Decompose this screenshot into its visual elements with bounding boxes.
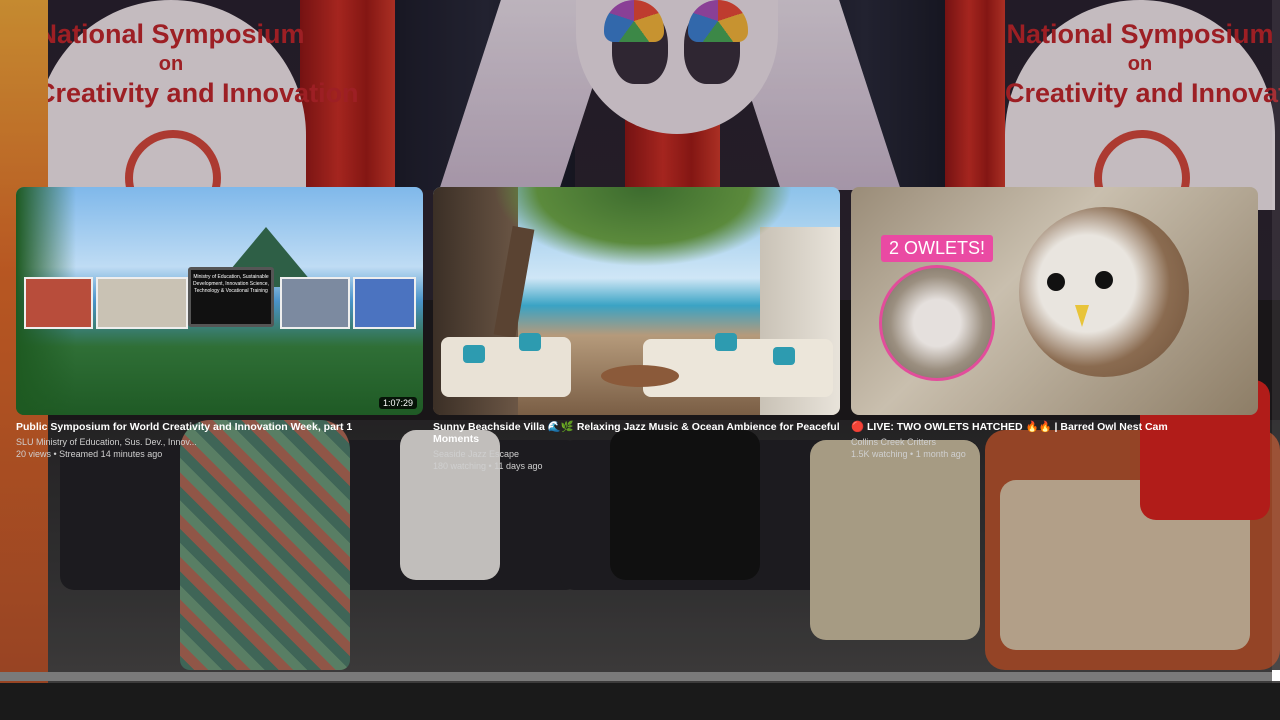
progress-scrubber-handle[interactable] bbox=[1272, 670, 1280, 681]
owl-image bbox=[1019, 207, 1189, 377]
video-title[interactable]: Public Symposium for World Creativity an… bbox=[16, 421, 423, 433]
laptop-screen: Ministry of Education, Sustainable Devel… bbox=[188, 267, 274, 327]
video-thumbnail[interactable]: Ministry of Education, Sustainable Devel… bbox=[16, 187, 423, 415]
photo-tile bbox=[24, 277, 93, 329]
photo-tile bbox=[279, 277, 351, 329]
pillow bbox=[463, 345, 485, 363]
endscreen-video-card[interactable]: 2 OWLETS! 🔴 LIVE: TWO OWLETS HATCHED 🔥🔥 … bbox=[851, 187, 1258, 460]
progress-bar[interactable] bbox=[0, 672, 1272, 681]
channel-name[interactable]: Seaside Jazz Escape bbox=[433, 448, 840, 460]
coffee-table bbox=[601, 365, 679, 387]
duration-badge: 1:07:29 bbox=[378, 397, 417, 409]
photo-tile bbox=[95, 277, 188, 329]
video-meta: 1.5K watching • 1 month ago bbox=[851, 449, 966, 459]
video-title[interactable]: 🔴 LIVE: TWO OWLETS HATCHED 🔥🔥 | Barred O… bbox=[851, 421, 1258, 433]
outdoor-sofa bbox=[441, 337, 571, 397]
owlets-inset bbox=[879, 265, 995, 381]
owl-eye bbox=[1047, 273, 1065, 291]
pillow bbox=[773, 347, 795, 365]
owl-beak bbox=[1075, 305, 1089, 327]
video-thumbnail[interactable]: 2 OWLETS! bbox=[851, 187, 1258, 415]
channel-name[interactable]: Collins Creek Critters bbox=[851, 436, 1258, 448]
video-meta: 180 watching • 11 days ago bbox=[433, 461, 543, 471]
owlets-badge: 2 OWLETS! bbox=[881, 235, 994, 262]
photo-tile bbox=[353, 277, 416, 329]
owl-eye bbox=[1095, 271, 1113, 289]
right-edge-shade bbox=[1272, 0, 1280, 683]
video-meta: 20 views • Streamed 14 minutes ago bbox=[16, 449, 163, 459]
outdoor-sofa bbox=[643, 339, 833, 397]
channel-name[interactable]: SLU Ministry of Education, Sus. Dev., In… bbox=[16, 436, 423, 448]
endscreen-video-card[interactable]: Ministry of Education, Sustainable Devel… bbox=[16, 187, 423, 460]
player-controls-bar[interactable] bbox=[0, 683, 1280, 720]
pillow bbox=[715, 333, 737, 351]
tree-canopy bbox=[493, 187, 793, 267]
video-title[interactable]: Sunny Beachside Villa 🌊🌿 Relaxing Jazz M… bbox=[433, 421, 840, 445]
pillow bbox=[519, 333, 541, 351]
endscreen-video-card[interactable]: Sunny Beachside Villa 🌊🌿 Relaxing Jazz M… bbox=[433, 187, 840, 472]
video-thumbnail[interactable] bbox=[433, 187, 840, 415]
